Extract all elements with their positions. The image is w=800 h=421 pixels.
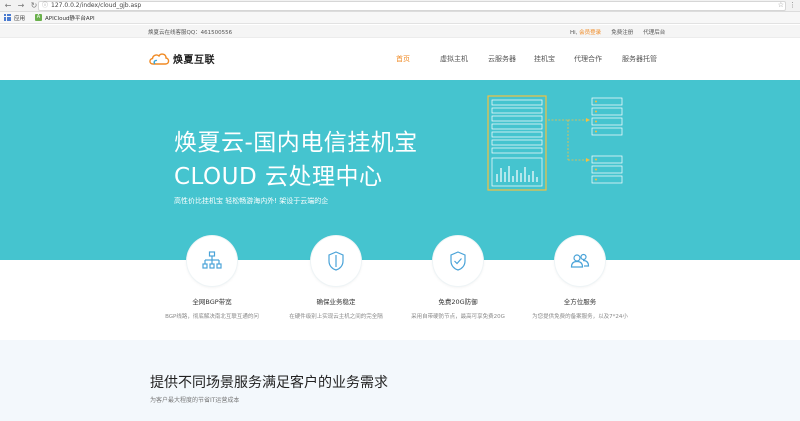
nav-server-colocation[interactable]: 服务器托管 (622, 54, 657, 64)
greeting-text: Hi, 会员登录 (570, 30, 602, 36)
shield-check-icon (450, 251, 466, 271)
feature-icon-circle (311, 236, 361, 286)
feature-description: 采用自带硬防节点，最高可享免费20G (411, 314, 505, 320)
hero-title-secondary: CLOUD 云处理中心 (174, 164, 383, 190)
feature-title: 全网BGP带宽 (192, 298, 232, 306)
feature-description: 在硬件级别上实现云主机之间的完全隔 (289, 314, 383, 320)
main-nav: 首页 虚拟主机 云服务器 挂机宝 代理合作 服务器托管 (396, 54, 657, 64)
feature-service: 全方位服务 为您提供免费的备案服务，以及7*24小 (520, 236, 640, 320)
browser-toolbar: ← → ↻ ⓘ 127.0.0.2/index/cloud_gjb.asp ☆ … (0, 0, 800, 12)
shield-icon (328, 251, 344, 271)
address-bar[interactable]: ⓘ 127.0.0.2/index/cloud_gjb.asp (38, 1, 786, 11)
site-logo[interactable]: 焕夏互联 (148, 51, 215, 66)
nav-virtual-host[interactable]: 虚拟主机 (440, 54, 488, 64)
forward-arrow-icon[interactable]: → (16, 1, 26, 11)
feature-title: 全方位服务 (563, 298, 597, 306)
site-header: 焕夏互联 首页 虚拟主机 云服务器 挂机宝 代理合作 服务器托管 (0, 38, 800, 80)
cloud-logo-icon (149, 52, 170, 65)
register-link[interactable]: 免费注册 (611, 28, 633, 36)
feature-title: 确保业务稳定 (316, 298, 356, 306)
feature-description: BGP线路，彻底解决南北互联互通的问 (165, 314, 259, 320)
feature-title: 免费20G防御 (438, 298, 478, 306)
apicloud-icon: A (35, 14, 43, 21)
network-icon (202, 251, 222, 269)
feature-description: 为您提供免费的备案服务，以及7*24小 (532, 314, 628, 320)
bookmark-label: 应用 (14, 15, 26, 22)
hero-banner: 焕夏云-国内电信挂机宝 CLOUD 云处理中心 高性价比挂机宝 轻松畅游海内外!… (0, 80, 800, 260)
back-arrow-icon[interactable]: ← (3, 1, 13, 11)
feature-bgp: 全网BGP带宽 BGP线路，彻底解决南北互联互通的问 (152, 236, 272, 320)
hero-subtitle: 高性价比挂机宝 轻松畅游海内外! 架设于云端的企 (174, 197, 329, 205)
section-title: 提供不同场景服务满足客户的业务需求 (150, 375, 388, 391)
url-text: 127.0.0.2/index/cloud_gjb.asp (51, 2, 142, 9)
logo-text: 焕夏互联 (173, 55, 215, 66)
nav-agent-cooperation[interactable]: 代理合作 (574, 54, 622, 64)
bookmark-star-icon[interactable]: ☆ (778, 1, 784, 10)
apps-icon (4, 14, 11, 21)
top-info-bar: 焕夏云在线客服QQ：461500556 Hi, 会员登录 免费注册 代理后台 (0, 25, 800, 38)
feature-icon-circle (433, 236, 483, 286)
bookmark-label: APICloud静平台API (45, 15, 95, 22)
feature-icon-circle (555, 236, 605, 286)
section-subtitle: 为客户最大程度的节省IT运营成本 (150, 397, 240, 404)
browser-menu-icon[interactable]: ⋮ (789, 1, 796, 10)
features-row: 全网BGP带宽 BGP线路，彻底解决南北互联互通的问 确保业务稳定 在硬件级别上… (0, 236, 800, 336)
nav-home[interactable]: 首页 (396, 54, 440, 64)
nav-hosting-box[interactable]: 挂机宝 (534, 54, 574, 64)
bookmark-apps[interactable]: 应用 (4, 14, 25, 22)
qq-support-text: 焕夏云在线客服QQ：461500556 (148, 30, 233, 36)
agent-link[interactable]: 代理后台 (643, 28, 665, 36)
bookmark-apicloud[interactable]: A APICloud静平台API (35, 14, 95, 22)
login-link[interactable]: 会员登录 (579, 30, 601, 36)
users-icon (570, 253, 590, 268)
feature-ddos: 免费20G防御 采用自带硬防节点，最高可享免费20G (398, 236, 518, 320)
nav-cloud-server[interactable]: 云服务器 (488, 54, 534, 64)
scenario-section: 提供不同场景服务满足客户的业务需求 为客户最大程度的节省IT运营成本 (0, 340, 800, 421)
feature-icon-circle (187, 236, 237, 286)
bookmarks-bar: 应用 A APICloud静平台API (0, 12, 800, 24)
feature-stability: 确保业务稳定 在硬件级别上实现云主机之间的完全隔 (276, 236, 396, 320)
server-rack-illustration (487, 95, 623, 191)
info-icon[interactable]: ⓘ (42, 2, 48, 10)
hero-title: 焕夏云-国内电信挂机宝 (174, 130, 418, 156)
